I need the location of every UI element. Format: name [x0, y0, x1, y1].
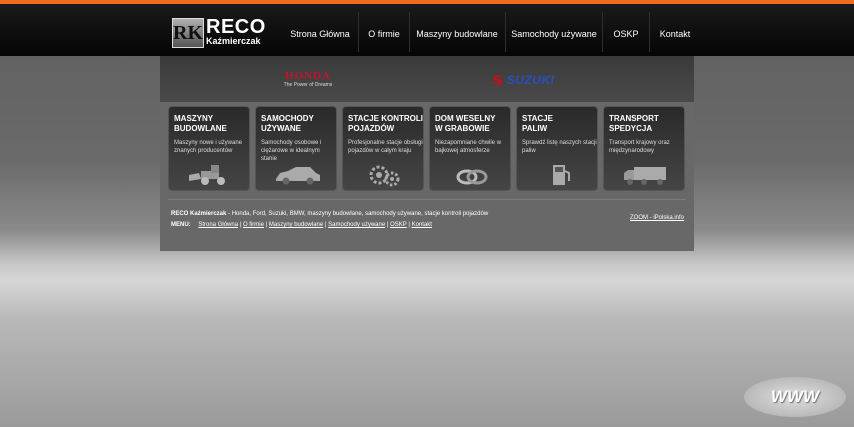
tile-used-cars[interactable]: SAMOCHODY UŻYWANE Samochody osobowe i ci…	[255, 106, 337, 191]
zoom-link[interactable]: ZOOM - iPolska.info	[630, 215, 684, 221]
nav-separator	[409, 12, 410, 52]
nav-separator	[358, 12, 359, 52]
footer-link-home[interactable]: Strona Główna	[198, 222, 238, 228]
truck-icon	[624, 167, 666, 185]
nav-item-oskp[interactable]: OSKP	[608, 8, 644, 60]
footer-company: RECO Kaźmierczak	[171, 211, 227, 217]
footer-divider	[168, 199, 686, 200]
brand-strip: HONDA The Power of Dreams S SUZUKI	[160, 56, 694, 102]
footer-link-contact[interactable]: Kontakt	[412, 222, 432, 228]
honda-name: HONDA	[285, 70, 331, 82]
nav-item-contact[interactable]: Kontakt	[654, 8, 696, 60]
top-bar: RK RECO Kaźmierczak Strona Główna O firm…	[0, 0, 854, 56]
tile-transport[interactable]: TRANSPORT SPEDYCJA Transport krajowy ora…	[603, 106, 685, 191]
suzuki-s-icon: S	[493, 71, 503, 88]
nav-separator	[505, 12, 506, 52]
tile-vehicle-inspection[interactable]: STACJE KONTROLI POJAZDÓW Profesjonalne s…	[342, 106, 424, 191]
tile-description: Profesjonalne stacje obsługi pojazdów w …	[348, 140, 423, 154]
footer-menu: MENU: Strona Główna | O firmie | Maszyny…	[171, 222, 432, 228]
car-icon	[276, 167, 320, 185]
loader-icon	[189, 165, 225, 185]
fuel-pump-icon	[553, 165, 570, 185]
nav-separator	[602, 12, 603, 52]
tile-description: Niezapomniane chwile w bajkowej atmosfer…	[435, 140, 502, 154]
tile-title: SAMOCHODY UŻYWANE	[261, 114, 314, 133]
www-badge[interactable]: WWW	[744, 377, 846, 417]
nav-item-construction-machines[interactable]: Maszyny budowlane	[414, 8, 500, 60]
suzuki-name: SUZUKI	[506, 72, 555, 87]
tile-fuel-stations[interactable]: STACJE PALIW Sprawdź listę naszych stacj…	[516, 106, 598, 191]
logo-subtitle: Kaźmierczak	[206, 36, 261, 46]
tile-title: STACJE KONTROLI POJAZDÓW	[348, 114, 423, 133]
tile-description: Maszyny nowe i używane znanych producent…	[174, 140, 243, 154]
nav-separator	[649, 12, 650, 52]
rings-icon	[456, 169, 488, 185]
honda-tagline: The Power of Dreams	[283, 82, 333, 88]
footer-text: - Honda, Ford, Suzuki, BMW, maszyny budo…	[226, 211, 489, 217]
tile-title: MASZYNY BUDOWLANE	[174, 114, 227, 133]
nav-item-about[interactable]: O firmie	[362, 8, 406, 60]
footer-description: RECO Kaźmierczak - Honda, Ford, Suzuki, …	[171, 211, 488, 217]
main-content: HONDA The Power of Dreams S SUZUKI MASZY…	[160, 56, 694, 251]
footer-menu-label: MENU:	[171, 222, 191, 228]
tile-description: Samochody osobowe i ciężarowe w idealnym…	[261, 140, 322, 162]
tile-wedding-house[interactable]: DOM WESELNY W GRABOWIE Niezapomniane chw…	[429, 106, 511, 191]
logo[interactable]: RK RECO Kaźmierczak	[172, 16, 265, 50]
logo-mark: RK	[172, 18, 204, 48]
tile-description: Sprawdź listę naszych stacji paliw	[522, 140, 597, 154]
nav-item-used-cars[interactable]: Samochody używane	[510, 8, 598, 60]
service-tiles: MASZYNY BUDOWLANE Maszyny nowe i używane…	[168, 106, 688, 192]
footer-link-construction-machines[interactable]: Maszyny budowlane	[269, 222, 323, 228]
tile-title: DOM WESELNY W GRABOWIE	[435, 114, 496, 133]
tile-title: STACJE PALIW	[522, 114, 553, 133]
tile-description: Transport krajowy oraz międzynarodowy	[609, 140, 670, 154]
tile-title: TRANSPORT SPEDYCJA	[609, 114, 659, 133]
footer-link-about[interactable]: O firmie	[243, 222, 264, 228]
footer-link-used-cars[interactable]: Samochody używane	[328, 222, 385, 228]
nav-item-home[interactable]: Strona Główna	[288, 8, 352, 60]
suzuki-logo[interactable]: S SUZUKI	[493, 71, 554, 89]
footer-link-oskp[interactable]: OSKP	[390, 222, 407, 228]
tile-construction-machines[interactable]: MASZYNY BUDOWLANE Maszyny nowe i używane…	[168, 106, 250, 191]
gears-icon	[369, 165, 400, 187]
honda-logo[interactable]: HONDA The Power of Dreams	[273, 70, 343, 88]
